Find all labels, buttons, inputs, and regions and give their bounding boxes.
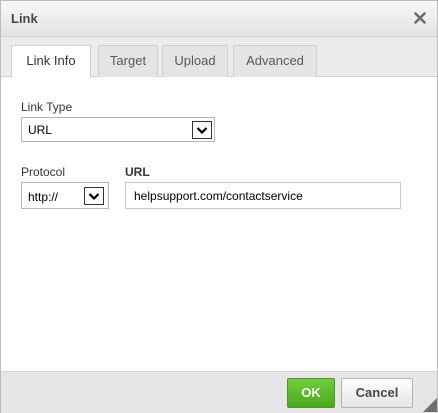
protocol-value: http:// (28, 190, 59, 204)
tab-target[interactable]: Target (98, 45, 158, 77)
tab-bar: Link Info Target Upload Advanced (1, 37, 437, 78)
dialog-titlebar[interactable]: Link (1, 1, 437, 37)
tab-label: Link Info (26, 53, 76, 68)
protocol-select[interactable]: http:// (21, 182, 109, 209)
ok-button[interactable]: OK (287, 378, 335, 408)
tab-advanced[interactable]: Advanced (233, 45, 317, 77)
tab-upload[interactable]: Upload (162, 45, 228, 77)
dialog-footer: OK Cancel (1, 371, 437, 413)
tab-link-info[interactable]: Link Info (11, 45, 91, 78)
cancel-button[interactable]: Cancel (341, 378, 413, 408)
tab-label: Advanced (246, 53, 304, 68)
dialog-title: Link (11, 11, 38, 26)
protocol-label: Protocol (21, 165, 66, 179)
close-icon[interactable] (411, 9, 429, 27)
link-dialog: Link Link Info Target Upload Advanced Li… (0, 0, 438, 413)
resize-grip-icon[interactable] (423, 398, 437, 412)
tab-label: Upload (174, 53, 216, 68)
link-type-select[interactable]: URL (21, 117, 215, 142)
chevron-down-icon[interactable] (192, 121, 212, 139)
tab-label: Target (109, 53, 147, 68)
url-input[interactable] (125, 182, 401, 209)
link-type-label: Link Type (21, 100, 73, 114)
chevron-down-icon[interactable] (84, 187, 104, 205)
url-label: URL (125, 165, 150, 179)
link-type-value: URL (28, 123, 53, 137)
